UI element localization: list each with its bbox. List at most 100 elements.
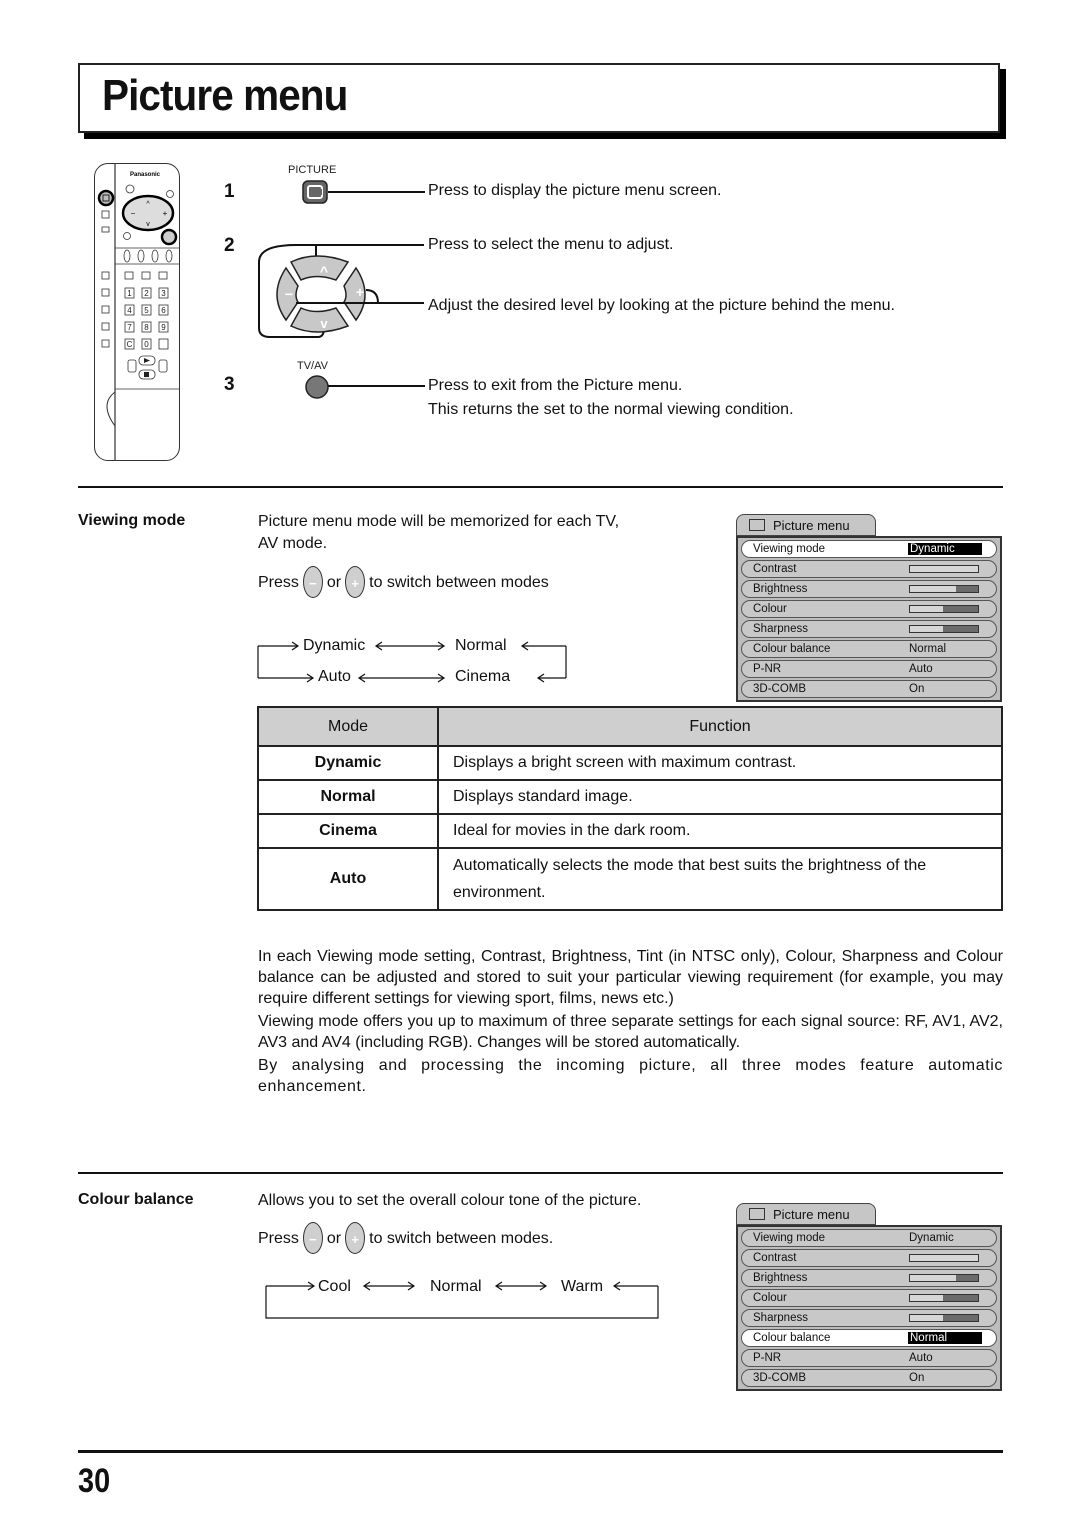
- osd-menu-row[interactable]: P-NR Auto: [741, 1349, 997, 1367]
- leader-line: [328, 191, 425, 193]
- osd-menu-row[interactable]: Contrast: [741, 560, 997, 578]
- colour-balance-intro: Allows you to set the overall colour ton…: [258, 1192, 642, 1209]
- function-cell: Displays a bright screen with maximum co…: [437, 745, 1003, 781]
- or-text: or: [326, 573, 342, 591]
- viewing-mode-intro-1: Picture menu mode will be memorized for …: [258, 513, 620, 530]
- osd-level-bar[interactable]: [909, 1274, 979, 1282]
- osd-menu-row[interactable]: Colour balance Normal: [741, 1329, 997, 1347]
- osd-menu-title: Picture menu: [773, 517, 850, 533]
- osd-menu-row[interactable]: Viewing mode Dynamic: [741, 540, 997, 558]
- svg-text:3: 3: [161, 289, 166, 298]
- svg-text:6: 6: [161, 306, 166, 315]
- cycle-normal: Normal: [430, 1278, 482, 1295]
- osd-row-value: Normal: [908, 1332, 982, 1344]
- section-divider: [78, 1172, 1003, 1174]
- osd-level-fill: [910, 606, 944, 612]
- osd-picture-menu-colour-balance: Picture menu Viewing mode Dynamic Contrast…: [736, 1203, 1002, 1391]
- osd-row-label: Contrast: [753, 1252, 797, 1264]
- osd-level-bar[interactable]: [909, 605, 979, 613]
- svg-text:7: 7: [127, 323, 132, 332]
- viewing-mode-paragraph-3: By analysing and processing the incoming…: [258, 1057, 1003, 1095]
- osd-menu-row[interactable]: Contrast: [741, 1249, 997, 1267]
- viewing-mode-paragraph-1: In each Viewing mode setting, Contrast, …: [258, 948, 1003, 1007]
- osd-row-label: 3D-COMB: [753, 683, 807, 695]
- osd-menu-row[interactable]: Brightness: [741, 1269, 997, 1287]
- osd-row-value: Dynamic: [908, 543, 982, 555]
- osd-menu-row[interactable]: Viewing mode Dynamic: [741, 1229, 997, 1247]
- osd-menu-row[interactable]: Colour: [741, 1289, 997, 1307]
- svg-text:^: ^: [320, 263, 328, 279]
- osd-level-bar[interactable]: [909, 1314, 979, 1322]
- osd-level-fill: [910, 626, 944, 632]
- press-text: Press: [258, 573, 299, 591]
- section-divider: [78, 486, 1003, 488]
- osd-row-label: Colour: [753, 1292, 787, 1304]
- footer-divider: [78, 1450, 1003, 1453]
- osd-row-label: Colour balance: [753, 1332, 831, 1344]
- press-text: Press: [258, 1229, 299, 1247]
- osd-level-fill: [910, 586, 956, 592]
- osd-menu-row[interactable]: P-NR Auto: [741, 660, 997, 678]
- tv-av-button-label: TV/AV: [297, 360, 328, 372]
- viewing-mode-heading: Viewing mode: [78, 512, 186, 529]
- cursor-pad-icon: ^ − + v: [258, 244, 424, 338]
- minus-button-icon: −: [302, 1222, 323, 1254]
- osd-menu-row[interactable]: Colour balance Normal: [741, 640, 997, 658]
- cycle-cinema: Cinema: [455, 668, 511, 685]
- colour-balance-press-line: Press − or + to switch between modes.: [258, 1222, 553, 1254]
- osd-menu-row[interactable]: Sharpness: [741, 620, 997, 638]
- osd-level-bar[interactable]: [909, 1254, 979, 1262]
- remote-control-illustration: Panasonic ^ − + v 1 2 3 4 5 6 7 8 9 C 0: [94, 163, 180, 461]
- osd-menu-title: Picture menu: [773, 1206, 850, 1222]
- osd-row-value: Auto: [909, 1352, 933, 1364]
- osd-row-label: Sharpness: [753, 1312, 808, 1324]
- svg-text:5: 5: [144, 306, 149, 315]
- osd-level-bar[interactable]: [909, 1294, 979, 1302]
- svg-text:9: 9: [161, 323, 166, 332]
- switch-text: to switch between modes: [369, 573, 549, 591]
- osd-menu-tab: Picture menu: [736, 514, 876, 536]
- osd-row-value: Dynamic: [909, 1232, 954, 1244]
- leader-line: [328, 385, 425, 387]
- osd-menu-row[interactable]: Brightness: [741, 580, 997, 598]
- picture-button-icon: [302, 180, 328, 204]
- step-1-text: Press to display the picture menu screen…: [428, 182, 722, 199]
- function-cell: Ideal for movies in the dark room.: [437, 813, 1003, 849]
- cycle-dynamic: Dynamic: [303, 637, 366, 654]
- osd-level-bar[interactable]: [909, 585, 979, 593]
- step-number-2: 2: [224, 235, 235, 256]
- cycle-normal: Normal: [455, 637, 507, 654]
- minus-button-icon: −: [302, 566, 323, 598]
- osd-menu-row[interactable]: 3D-COMB On: [741, 680, 997, 698]
- osd-row-label: Colour: [753, 603, 787, 615]
- osd-level-bar[interactable]: [909, 565, 979, 573]
- osd-picture-menu-viewing-mode: Picture menu Viewing mode Dynamic Contrast…: [736, 514, 1002, 702]
- svg-text:+: +: [356, 284, 364, 300]
- cycle-warm: Warm: [561, 1278, 604, 1295]
- table-header-mode: Mode: [257, 706, 439, 747]
- table-row: Cinema Ideal for movies in the dark room.: [257, 813, 1003, 849]
- cycle-cool: Cool: [318, 1278, 351, 1295]
- or-text: or: [326, 1229, 342, 1247]
- svg-text:v: v: [320, 316, 328, 331]
- osd-row-value: On: [909, 1372, 925, 1384]
- osd-row-label: Colour balance: [753, 643, 831, 655]
- remote-control-icon: Panasonic ^ − + v 1 2 3 4 5 6 7 8 9 C 0: [97, 164, 179, 460]
- osd-menu-row[interactable]: Colour: [741, 600, 997, 618]
- table-row: Normal Displays standard image.: [257, 779, 1003, 815]
- remote-brand: Panasonic: [130, 172, 161, 178]
- picture-menu-icon: [749, 1208, 765, 1220]
- picture-menu-icon: [749, 519, 765, 531]
- osd-level-fill: [910, 1275, 956, 1281]
- svg-text:1: 1: [127, 289, 132, 298]
- tv-av-button-icon: [305, 375, 329, 399]
- osd-menu-row[interactable]: Sharpness: [741, 1309, 997, 1327]
- step-number-1: 1: [224, 181, 235, 202]
- osd-level-bar[interactable]: [909, 625, 979, 633]
- svg-text:2: 2: [144, 289, 149, 298]
- osd-menu-row[interactable]: 3D-COMB On: [741, 1369, 997, 1387]
- viewing-mode-press-line: Press − or + to switch between modes: [258, 566, 549, 598]
- step-3-text-exit: Press to exit from the Picture menu.: [428, 377, 683, 394]
- osd-row-label: 3D-COMB: [753, 1372, 807, 1384]
- viewing-mode-table: Mode Function Dynamic Displays a bright s…: [257, 706, 1003, 911]
